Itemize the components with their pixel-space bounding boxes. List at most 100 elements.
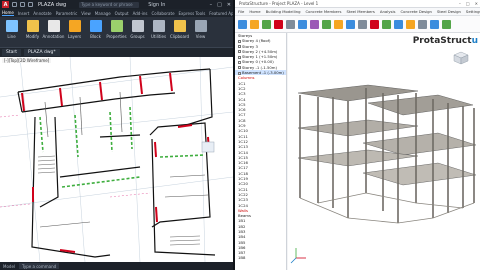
- ribbon-tool-icon[interactable]: [382, 19, 391, 29]
- logo-main-text: ProtaStruct: [412, 36, 472, 46]
- ribbon-tool-icon[interactable]: [322, 19, 331, 29]
- cad-tab-parametric[interactable]: Parametric: [56, 11, 78, 16]
- menu-concrete-design[interactable]: Concrete Design: [401, 9, 432, 14]
- ribbon-tool-icon[interactable]: [442, 19, 451, 29]
- save-icon[interactable]: [20, 2, 25, 7]
- command-line-input[interactable]: Type a command: [19, 263, 60, 269]
- utilities-tool-button[interactable]: Utilities: [149, 18, 168, 46]
- cad-tab-output[interactable]: Output: [115, 11, 129, 16]
- menu-steel-members[interactable]: Steel Members: [346, 9, 374, 14]
- document-tab[interactable]: Start: [2, 48, 21, 56]
- ribbon-tool-icon[interactable]: [430, 19, 439, 29]
- tree-item-label: 1B5: [238, 239, 246, 245]
- ribbon-tool-icon[interactable]: [286, 19, 295, 29]
- layers-tool-button[interactable]: Layers: [65, 18, 84, 46]
- tree-item-label: Beams: [238, 213, 251, 219]
- checkbox-icon[interactable]: [238, 66, 241, 70]
- pro-window-controls: – □ ✕: [459, 1, 478, 6]
- cad-ribbon: Line Modify Annotation Layers Block Propertie…: [0, 17, 233, 48]
- 3d-model-viewport[interactable]: ProtaStructu: [288, 33, 480, 270]
- tree-item-label: Basement -1 (-3.00m): [242, 70, 284, 76]
- clipboard-tool-button[interactable]: Clipboard: [170, 18, 189, 46]
- menu-building-modelling[interactable]: Building Modelling: [266, 9, 301, 14]
- tree-item-label: 1C19: [238, 176, 248, 182]
- menu-steel-design[interactable]: Steel Design: [437, 9, 461, 14]
- ribbon-tool-icon[interactable]: [394, 19, 403, 29]
- project-tree[interactable]: Storeys Storey 4 (Roof) Storey 3 Storey 2 (…: [235, 33, 287, 270]
- groups-tool-button[interactable]: Groups: [128, 18, 147, 46]
- cad-drawing-canvas[interactable]: [-][Top][2D Wireframe]: [0, 57, 233, 262]
- ribbon-tool-icon[interactable]: [334, 19, 343, 29]
- close-icon[interactable]: ✕: [475, 1, 478, 6]
- tree-item-label: Storey 1 (+1.50m): [242, 54, 278, 60]
- menu-analysis[interactable]: Analysis: [380, 9, 396, 14]
- tree-item-label: 1C1: [238, 80, 246, 86]
- tree-item-label: 1C17: [238, 165, 248, 171]
- cad-tab-view[interactable]: View: [81, 11, 91, 16]
- viewport-label[interactable]: [-][Top][2D Wireframe]: [2, 58, 52, 63]
- cad-status-bar: Model Type a command: [0, 262, 233, 270]
- tool-label: Groups: [130, 34, 145, 39]
- checkbox-icon[interactable]: [238, 45, 241, 49]
- menu-concrete-members[interactable]: Concrete Members: [306, 9, 342, 14]
- pro-titlebar: ProtaStructure - Project PLAZA - Level 1…: [235, 0, 480, 8]
- ribbon-tool-icon[interactable]: [418, 19, 427, 29]
- tree-item-label: 1C21: [238, 186, 248, 192]
- close-icon[interactable]: ✕: [227, 2, 231, 8]
- cad-tab-manage[interactable]: Manage: [95, 11, 111, 16]
- model-tab[interactable]: Model: [3, 264, 15, 269]
- checkbox-icon[interactable]: [238, 50, 241, 54]
- minimize-icon[interactable]: –: [459, 1, 461, 6]
- annotation-tool-button[interactable]: Annotation: [43, 18, 64, 46]
- signin-link[interactable]: Sign In: [148, 2, 165, 8]
- ribbon-tool-icon[interactable]: [238, 19, 247, 29]
- cad-search-input[interactable]: Type a keyword or phrase: [79, 1, 140, 8]
- 3d-structure-model: [290, 84, 477, 264]
- block-tool-button[interactable]: Block: [86, 18, 105, 46]
- ribbon-tool-icon[interactable]: [298, 19, 307, 29]
- maximize-icon[interactable]: □: [466, 1, 470, 6]
- tree-item-label: Columns: [238, 75, 255, 81]
- ribbon-tool-icon[interactable]: [310, 19, 319, 29]
- checkbox-icon[interactable]: [238, 39, 241, 43]
- cad-tab-collaborate[interactable]: Collaborate: [152, 11, 175, 16]
- view-icon: [194, 20, 207, 32]
- navigation-cube-icon[interactable]: [452, 51, 470, 65]
- menu-home[interactable]: Home: [249, 9, 260, 14]
- menu-settings[interactable]: Settings: [466, 9, 480, 14]
- cad-tab-insert[interactable]: Insert: [18, 11, 29, 16]
- groups-icon: [131, 20, 144, 32]
- ribbon-tool-icon[interactable]: [406, 19, 415, 29]
- cad-tab-add-ins[interactable]: Add-ins: [133, 11, 148, 16]
- undo-icon[interactable]: [28, 2, 33, 7]
- tree-item-label: 1C5: [238, 101, 246, 107]
- ribbon-tool-icon[interactable]: [346, 19, 355, 29]
- ribbon-tool-icon[interactable]: [250, 19, 259, 29]
- properties-tool-button[interactable]: Properties: [106, 18, 127, 46]
- cad-tab-annotate[interactable]: Annotate: [33, 11, 51, 16]
- tree-item-label: 1C12: [238, 138, 248, 144]
- cad-tab-express-tools[interactable]: Express Tools: [179, 11, 206, 16]
- checkbox-icon[interactable]: [238, 55, 241, 59]
- document-tab[interactable]: PLAZA dwg*: [24, 48, 60, 56]
- view-tool-button[interactable]: View: [191, 18, 210, 46]
- open-icon[interactable]: [12, 2, 17, 7]
- checkbox-icon[interactable]: [238, 60, 241, 64]
- cad-app-logo[interactable]: A: [2, 1, 9, 8]
- menu-file[interactable]: File: [238, 9, 244, 14]
- ribbon-tool-icon[interactable]: [358, 19, 367, 29]
- checkbox-icon[interactable]: [238, 71, 241, 75]
- cad-tab-home[interactable]: Home: [2, 10, 14, 16]
- ribbon-tool-icon[interactable]: [274, 19, 283, 29]
- tree-item-label: 1C14: [238, 149, 248, 155]
- protastructure-window: ProtaStructure - Project PLAZA - Level 1…: [233, 0, 480, 270]
- cad-tab-featured-apps[interactable]: Featured Apps: [209, 11, 233, 16]
- ribbon-tool-icon[interactable]: [262, 19, 271, 29]
- logo-accent-text: u: [471, 36, 478, 46]
- ribbon-tool-icon[interactable]: [370, 19, 379, 29]
- tree-item[interactable]: 1B8: [235, 255, 286, 260]
- minimize-icon[interactable]: –: [210, 2, 213, 8]
- maximize-icon[interactable]: □: [217, 2, 222, 8]
- line-tool-button[interactable]: Line: [2, 18, 21, 46]
- modify-tool-button[interactable]: Modify: [23, 18, 42, 46]
